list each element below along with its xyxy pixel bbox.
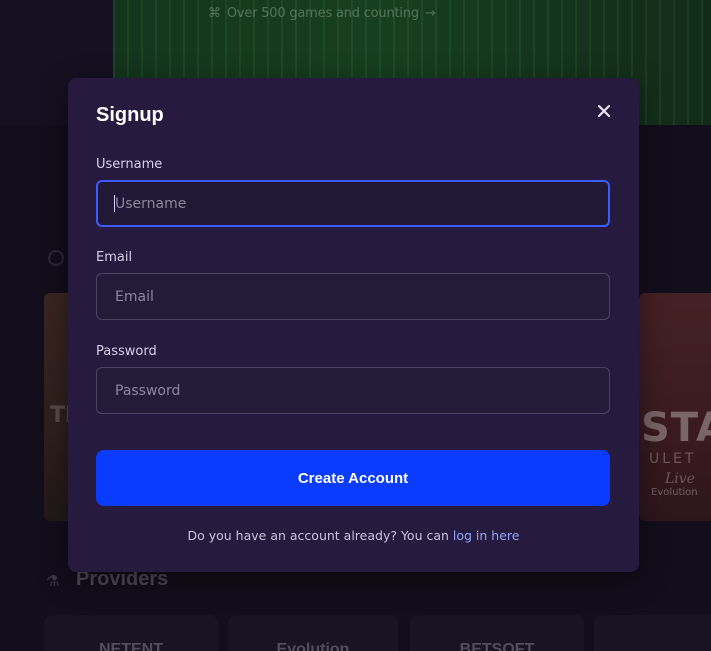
username-input[interactable] [96,180,610,227]
modal-title: Signup [96,104,164,126]
login-link[interactable]: log in here [453,528,520,543]
email-input[interactable] [96,273,610,320]
password-input[interactable] [96,367,610,414]
password-label: Password [96,344,157,359]
text-caret [114,195,115,212]
login-prompt-text: Do you have an account already? You can [187,528,453,543]
page: ⌘Over 500 games and counting→ TI STA ULE… [0,0,711,651]
signup-modal: Signup Username Email Password Create Ac… [68,78,639,572]
create-account-button[interactable]: Create Account [96,450,610,506]
username-label: Username [96,157,163,172]
email-label: Email [96,250,133,265]
login-prompt: Do you have an account already? You can … [68,528,639,543]
close-button[interactable] [589,96,619,126]
close-icon [598,105,610,117]
